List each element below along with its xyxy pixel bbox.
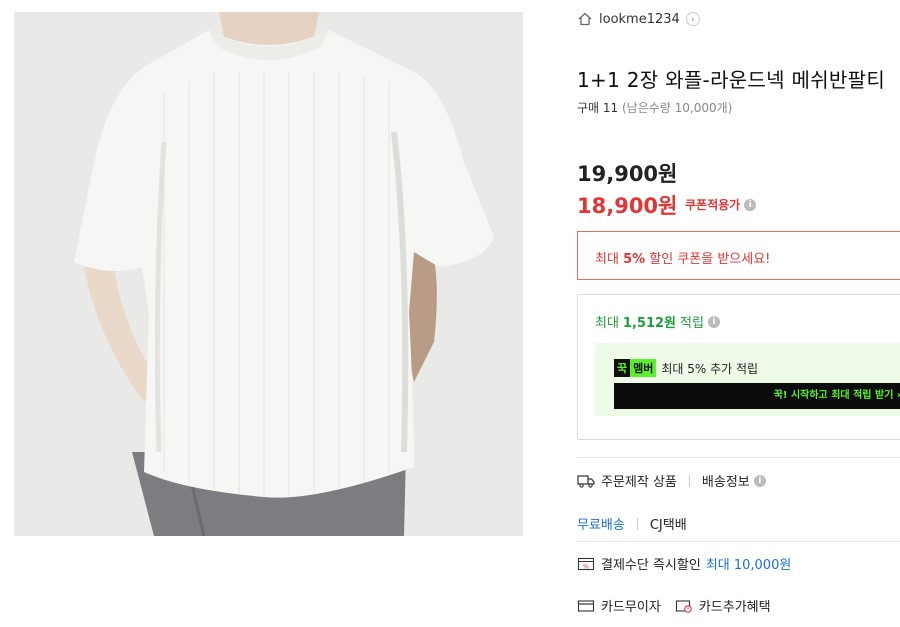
- points-suffix: 적립: [680, 316, 704, 331]
- purchase-count: 구매 11 (남은수량 10,000개): [577, 99, 732, 116]
- member-promo: 꾹 멤버 최대 5% 추가 적립 꾹! 시작하고 최대 적립 받기 ›: [595, 343, 900, 416]
- remaining-stock: (남은수량 10,000개): [622, 101, 733, 115]
- shipping-row: 주문제작 상품 배송정보 i: [577, 471, 766, 490]
- info-icon[interactable]: i: [707, 315, 720, 328]
- original-price: 19,900원: [577, 162, 678, 186]
- points-box: 최대 1,512원 적립 i 꾹 멤버 최대 5% 추가 적립 꾹! 시작하고 최…: [577, 294, 900, 440]
- delivery-row: 무료배송 CJ택배: [577, 514, 687, 533]
- home-icon: [578, 12, 592, 26]
- coupon-percent: 5%: [623, 252, 646, 267]
- coupon-price-label: 쿠폰적용가 i: [685, 196, 757, 213]
- card-benefit-icon: [675, 599, 692, 613]
- member-signup-button[interactable]: 꾹! 시작하고 최대 적립 받기 ›: [614, 383, 900, 409]
- interest-free-link[interactable]: 카드무이자: [601, 596, 661, 615]
- instant-discount-row[interactable]: % 결제수단 즉시할인 최대 10,000원: [577, 554, 791, 573]
- divider: [577, 541, 900, 542]
- instant-discount-amount: 최대 10,000원: [705, 558, 792, 573]
- info-icon[interactable]: i: [753, 474, 766, 487]
- info-icon[interactable]: i: [744, 198, 757, 211]
- credit-card-icon: [577, 599, 595, 612]
- coupon-download-button[interactable]: 최대 5% 할인 쿠폰을 받으세요!: [577, 231, 900, 280]
- member-row: 꾹 멤버 최대 5% 추가 적립: [614, 359, 758, 377]
- points-prefix: 최대: [595, 316, 619, 331]
- card-extra-benefit-link[interactable]: 카드추가혜택: [699, 596, 771, 615]
- truck-icon: [577, 474, 595, 488]
- carrier-label: CJ택배: [649, 518, 687, 533]
- free-shipping-label: 무료배송: [577, 518, 625, 533]
- coupon-price-text: 쿠폰적용가: [685, 198, 741, 212]
- sale-price: 18,900원: [577, 194, 678, 218]
- store-link[interactable]: lookme1234 ›: [577, 9, 700, 29]
- made-to-order-label: 주문제작 상품: [601, 475, 677, 490]
- member-text: 최대 5% 추가 적립: [661, 361, 759, 376]
- coupon-prefix: 최대: [595, 252, 624, 267]
- member-badge-right: 멤버: [630, 359, 657, 377]
- chevron-right-icon[interactable]: ›: [685, 12, 700, 26]
- separator: [688, 474, 690, 487]
- purchase-label: 구매 11: [577, 101, 619, 115]
- separator: [636, 517, 638, 530]
- instant-discount-label: 결제수단 즉시할인: [601, 558, 701, 573]
- svg-text:%: %: [583, 563, 589, 570]
- member-badge-left: 꾹: [614, 359, 631, 377]
- tshirt-photo: [14, 12, 523, 536]
- product-image[interactable]: [14, 12, 523, 536]
- store-name[interactable]: lookme1234: [599, 12, 680, 27]
- points-line: 최대 1,512원 적립 i: [595, 312, 720, 331]
- divider: [577, 457, 900, 458]
- points-amount: 1,512원: [622, 316, 677, 331]
- delivery-info-link[interactable]: 배송정보: [702, 471, 750, 490]
- product-title: 1+1 2장 와플-라운드넥 메쉬반팔티: [577, 68, 886, 92]
- coupon-text: 최대 5% 할인 쿠폰을 받으세요!: [595, 248, 770, 267]
- card-benefits-row: 카드무이자 카드추가혜택: [577, 596, 771, 615]
- discount-receipt-icon: %: [577, 557, 595, 570]
- coupon-suffix: 할인 쿠폰을 받으세요!: [645, 252, 771, 267]
